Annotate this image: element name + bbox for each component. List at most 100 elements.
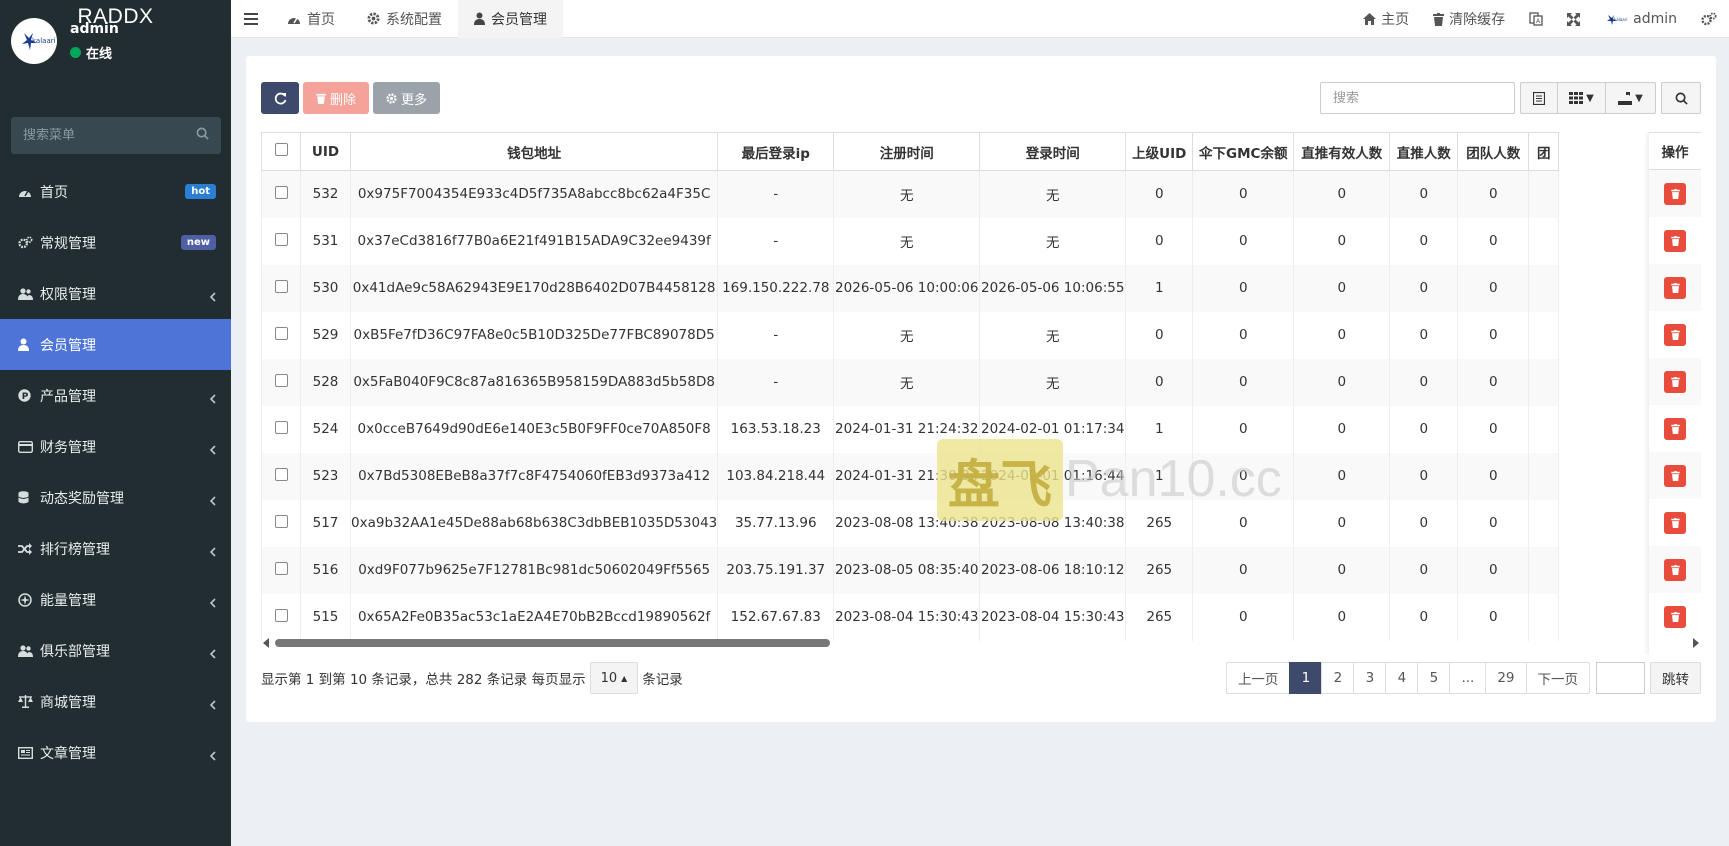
row-checkbox[interactable] — [274, 420, 288, 434]
sidebar-item-9[interactable]: 俱乐部管理 — [0, 625, 231, 676]
sidebar-item-1[interactable]: 常规管理 new — [0, 217, 231, 268]
sidebar-item-0[interactable]: 首页 hot — [0, 166, 231, 217]
column-header[interactable]: 上级UID — [1125, 132, 1194, 171]
page-button[interactable]: 3 — [1353, 662, 1387, 694]
row-checkbox[interactable] — [274, 185, 288, 199]
clear-cache-button[interactable]: 清除缓存 — [1421, 0, 1517, 38]
column-header[interactable]: 钱包地址 — [349, 132, 719, 171]
jump-page-input[interactable] — [1596, 662, 1645, 694]
row-delete-button[interactable] — [1664, 370, 1686, 393]
home-link[interactable]: 主页 — [1351, 0, 1421, 38]
row-delete-button[interactable] — [1664, 182, 1686, 205]
table-row[interactable]: 531 0x37eCd3816f77B0a6E21f491B15ADA9C32ee… — [261, 217, 1560, 265]
column-header[interactable]: 注册时间 — [833, 132, 981, 171]
sidebar-item-label: 俱乐部管理 — [40, 643, 110, 660]
column-header[interactable]: UID — [300, 132, 351, 171]
page-size-select[interactable]: 10 ▲ — [589, 662, 639, 694]
prev-page-button[interactable]: 上一页 — [1225, 662, 1291, 694]
translate-icon[interactable]: A — [1517, 0, 1555, 38]
sidebar-item-5[interactable]: 财务管理 — [0, 421, 231, 472]
page-button[interactable]: ... — [1449, 662, 1487, 694]
row-checkbox[interactable] — [274, 232, 288, 246]
row-checkbox[interactable] — [274, 326, 288, 340]
row-delete-button[interactable] — [1664, 464, 1686, 487]
column-header[interactable]: 直推有效人数 — [1293, 132, 1391, 171]
table-cell: 2024-02-01 01:16:44 — [979, 452, 1127, 500]
sidebar-search-input[interactable] — [23, 128, 183, 143]
column-header[interactable]: 登录时间 — [979, 132, 1127, 171]
sidebar-item-2[interactable]: 权限管理 — [0, 268, 231, 319]
table-cell: - — [717, 358, 835, 406]
tab-member-management[interactable]: 会员管理 — [458, 0, 563, 38]
column-header[interactable]: 团 — [1528, 132, 1560, 171]
table-cell — [1528, 217, 1560, 265]
row-delete-button[interactable] — [1664, 605, 1686, 628]
row-delete-button[interactable] — [1664, 276, 1686, 299]
table-row[interactable]: 524 0x0cceB7649d90dE6e140E3c5B0F9FF0ce70A… — [261, 405, 1560, 453]
columns-button[interactable]: ▼ — [1558, 82, 1606, 114]
tab-home[interactable]: 首页 — [271, 0, 351, 38]
scroll-left-arrow-icon[interactable] — [263, 638, 269, 648]
page-button[interactable]: 29 — [1485, 662, 1527, 694]
table-row[interactable]: 517 0xa9b32AA1e45De88ab68b638C3dbBEB1035D… — [261, 499, 1560, 547]
export-button[interactable]: ▼ — [1606, 82, 1656, 114]
scrollbar-thumb[interactable] — [275, 639, 830, 647]
table-cell: 0x5FaB040F9C8c87a816365B958159DA883d5b58… — [349, 358, 719, 406]
sidebar-item-7[interactable]: 排行榜管理 — [0, 523, 231, 574]
table-row[interactable]: 523 0x7Bd5308EBeB8a37f7c8F4754060fEB3d937… — [261, 452, 1560, 500]
sidebar-item-3[interactable]: 会员管理 — [0, 319, 231, 370]
toggle-view-button[interactable] — [1520, 82, 1558, 114]
table-row[interactable]: 516 0xd9F077b9625e7F12781Bc981dc50602049F… — [261, 546, 1560, 594]
row-checkbox[interactable] — [274, 279, 288, 293]
table-row[interactable]: 530 0x41dAe9c58A62943E9E170d28B6402D07B44… — [261, 264, 1560, 312]
scroll-right-arrow-icon[interactable] — [1693, 638, 1699, 648]
sidebar-item-11[interactable]: 文章管理 — [0, 727, 231, 778]
page-button[interactable]: 2 — [1321, 662, 1355, 694]
row-delete-button[interactable] — [1664, 558, 1686, 581]
op-cell — [1649, 452, 1701, 499]
page-button[interactable]: 5 — [1417, 662, 1451, 694]
row-checkbox[interactable] — [274, 608, 288, 622]
delete-button[interactable]: 删除 — [303, 82, 369, 114]
column-header[interactable]: 团队人数 — [1457, 132, 1530, 171]
row-delete-button[interactable] — [1664, 229, 1686, 252]
table-cell: 0 — [1293, 358, 1391, 406]
row-checkbox[interactable] — [274, 561, 288, 575]
row-delete-button[interactable] — [1664, 511, 1686, 534]
jump-button[interactable]: 跳转 — [1650, 662, 1701, 694]
refresh-button[interactable] — [261, 82, 299, 114]
export-icon — [1618, 91, 1633, 105]
next-page-button[interactable]: 下一页 — [1525, 662, 1590, 694]
row-checkbox[interactable] — [274, 467, 288, 481]
hamburger-menu-icon[interactable] — [231, 0, 271, 38]
row-checkbox[interactable] — [274, 373, 288, 387]
more-button[interactable]: 更多 — [373, 82, 440, 114]
column-header[interactable]: 直推人数 — [1389, 132, 1459, 171]
settings-cogs-icon[interactable] — [1689, 0, 1729, 38]
advanced-search-button[interactable] — [1661, 82, 1701, 114]
admin-user-menu[interactable]: kalaari admin — [1592, 0, 1689, 38]
row-checkbox[interactable] — [274, 514, 288, 528]
column-header[interactable]: 伞下GMC余额 — [1192, 132, 1295, 171]
row-delete-button[interactable] — [1664, 323, 1686, 346]
chevron-left-icon — [209, 546, 216, 561]
sidebar-item-8[interactable]: 能量管理 — [0, 574, 231, 625]
search-icon[interactable] — [196, 127, 209, 144]
page-button[interactable]: 4 — [1385, 662, 1419, 694]
horizontal-scrollbar[interactable] — [261, 637, 1701, 649]
sidebar-item-6[interactable]: 动态奖励管理 — [0, 472, 231, 523]
table-row[interactable]: 515 0x65A2Fe0B35ac53c1aE2A4E70bB2Bccd1989… — [261, 593, 1560, 641]
table-row[interactable]: 528 0x5FaB040F9C8c87a816365B958159DA883d5… — [261, 358, 1560, 406]
table-row[interactable]: 532 0x975F7004354E933c4D5f735A8abcc8bc62a… — [261, 170, 1560, 218]
sidebar-item-10[interactable]: 商城管理 — [0, 676, 231, 727]
table-cell: 2023-08-06 18:10:12 — [979, 546, 1127, 594]
select-all-checkbox[interactable] — [274, 143, 288, 156]
row-delete-button[interactable] — [1664, 417, 1686, 440]
table-search-input[interactable] — [1320, 82, 1515, 114]
table-row[interactable]: 529 0xB5Fe7fD36C97FA8e0c5B10D325De77FBC89… — [261, 311, 1560, 359]
fullscreen-icon[interactable] — [1555, 0, 1592, 38]
tab-system-config[interactable]: 系统配置 — [351, 0, 458, 38]
sidebar-item-4[interactable]: P 产品管理 — [0, 370, 231, 421]
column-header[interactable]: 最后登录ip — [717, 132, 835, 171]
page-button[interactable]: 1 — [1289, 662, 1323, 694]
